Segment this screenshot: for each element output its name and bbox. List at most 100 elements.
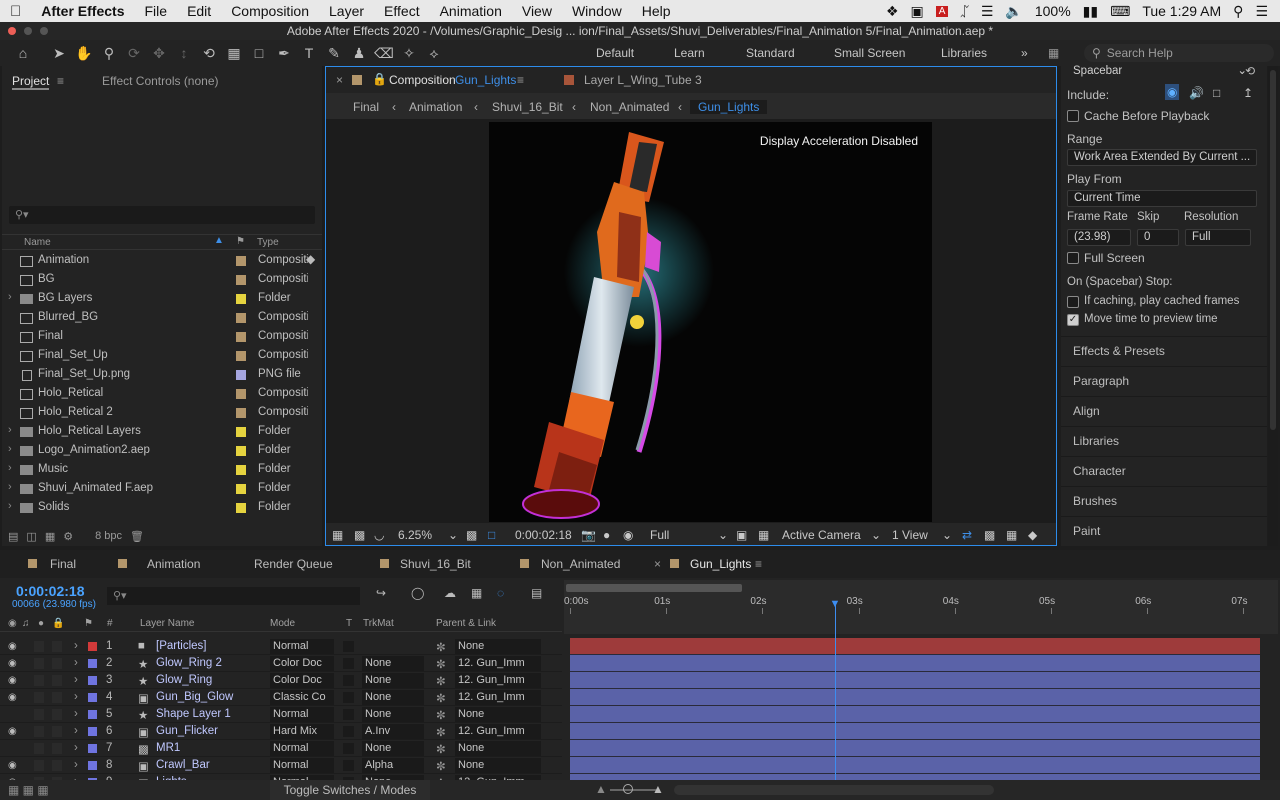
- pen-tool-icon[interactable]: ✒: [273, 43, 295, 63]
- transparency-grid-icon[interactable]: ▦: [758, 528, 769, 542]
- layer-name[interactable]: MR1: [156, 742, 180, 754]
- layer-duration-bar[interactable]: [570, 689, 1260, 706]
- flowchart-icon[interactable]: ◆: [306, 252, 315, 266]
- composition-viewer[interactable]: Display Acceleration Disabled: [326, 119, 1056, 523]
- chevron-right-icon[interactable]: ›: [74, 657, 78, 669]
- layer-name[interactable]: Glow_Ring: [156, 674, 212, 686]
- trkmat-dropdown[interactable]: None: [362, 690, 424, 705]
- frame-blending-icon[interactable]: ▦: [471, 586, 482, 600]
- solo-toggle[interactable]: [34, 726, 44, 737]
- zoom-in-icon[interactable]: ▲: [652, 782, 664, 796]
- timeline-search-input[interactable]: ⚲▾: [107, 587, 360, 605]
- comp-flowchart-icon[interactable]: ↪: [376, 586, 386, 600]
- label-swatch[interactable]: [236, 427, 246, 437]
- project-item[interactable]: Final_Set_Up Composition: [2, 347, 322, 366]
- chevron-right-icon[interactable]: ›: [74, 759, 78, 771]
- project-item[interactable]: Final Composition: [2, 328, 322, 347]
- chevron-right-icon[interactable]: ›: [8, 291, 12, 303]
- eye-icon[interactable]: ◉: [8, 726, 17, 737]
- blend-mode-dropdown[interactable]: Normal: [270, 639, 334, 654]
- layer-duration-bar[interactable]: [570, 740, 1260, 757]
- layer-label-swatch[interactable]: [88, 727, 97, 736]
- tab-non-animated[interactable]: Non_Animated: [541, 557, 620, 571]
- toggle-pixel-aspect-icon[interactable]: ⇄: [962, 528, 972, 542]
- blend-mode-dropdown[interactable]: Normal: [270, 758, 334, 773]
- dropbox-icon[interactable]: ❖: [886, 3, 899, 20]
- spotlight-icon[interactable]: ⚲: [1233, 3, 1243, 20]
- label-swatch[interactable]: [236, 294, 246, 304]
- breadcrumb-final[interactable]: Final: [353, 100, 379, 114]
- workspace-small-screen[interactable]: Small Screen: [834, 46, 905, 60]
- audio-switch-icon[interactable]: ♫: [22, 618, 30, 629]
- label-swatch[interactable]: [236, 408, 246, 418]
- project-item[interactable]: › Music Folder: [2, 461, 322, 480]
- layer-label-swatch[interactable]: [88, 659, 97, 668]
- wifi-icon[interactable]: ☰: [981, 3, 994, 20]
- chevron-down-icon[interactable]: ⌄: [448, 528, 458, 542]
- preserve-transparency-toggle[interactable]: [343, 675, 354, 686]
- play-from-dropdown[interactable]: Current Time: [1067, 190, 1257, 207]
- chevron-right-icon[interactable]: ›: [8, 500, 12, 512]
- layer-label-swatch[interactable]: [88, 642, 97, 651]
- breadcrumb-shuvi[interactable]: Shuvi_16_Bit: [492, 100, 563, 114]
- pick-whip-icon[interactable]: ✼: [436, 657, 446, 671]
- chevron-right-icon[interactable]: ›: [8, 481, 12, 493]
- move-time-checkbox[interactable]: ✓: [1067, 314, 1079, 326]
- label-tag-icon[interactable]: ⚑: [236, 236, 245, 247]
- reset-icon[interactable]: ⟲: [1245, 64, 1255, 78]
- hand-tool-icon[interactable]: ✋: [73, 43, 95, 63]
- lock-toggle[interactable]: [52, 760, 62, 771]
- graph-editor-icon[interactable]: ▤: [531, 586, 542, 600]
- project-item[interactable]: Animation Composition: [2, 252, 322, 271]
- blend-mode-dropdown[interactable]: Color Doc: [270, 673, 334, 688]
- panel-character[interactable]: Character: [1061, 456, 1267, 484]
- timeline-menu-icon[interactable]: ≡: [755, 557, 762, 571]
- roto-brush-icon[interactable]: ✧: [398, 43, 420, 63]
- app-menu[interactable]: After Effects: [31, 3, 134, 19]
- label-swatch[interactable]: [236, 351, 246, 361]
- bluetooth-icon[interactable]: ᛢ: [960, 3, 968, 19]
- interpret-footage-icon[interactable]: ▤: [8, 530, 18, 543]
- parent-dropdown[interactable]: 12. Gun_Imm: [455, 724, 541, 739]
- parent-dropdown[interactable]: None: [455, 639, 541, 654]
- parent-dropdown[interactable]: 12. Gun_Imm: [455, 656, 541, 671]
- chevron-down-icon[interactable]: ⌄: [871, 528, 881, 542]
- video-switch-icon[interactable]: ◉: [8, 618, 17, 629]
- include-video-icon[interactable]: ◉: [1165, 84, 1180, 100]
- panel-libraries[interactable]: Libraries: [1061, 426, 1267, 454]
- zoom-slider[interactable]: [610, 789, 656, 791]
- new-folder-icon[interactable]: ◫: [26, 530, 36, 543]
- right-panel-scrollbar[interactable]: [1268, 66, 1278, 546]
- render-time-icon[interactable]: ▦ ▦ ▦: [8, 783, 49, 797]
- chevron-down-icon[interactable]: ⌄: [942, 528, 952, 542]
- preserve-transparency-toggle[interactable]: [343, 760, 354, 771]
- pick-whip-icon[interactable]: ✼: [436, 691, 446, 705]
- resolution-dropdown[interactable]: Full: [1185, 229, 1251, 246]
- workspace-overflow-icon[interactable]: »: [1021, 46, 1028, 60]
- clock[interactable]: Tue 1:29 AM: [1142, 3, 1221, 19]
- shortcut-dropdown[interactable]: Spacebar ⌄: [1067, 64, 1251, 81]
- chevron-right-icon[interactable]: ›: [74, 691, 78, 703]
- composition-canvas[interactable]: Display Acceleration Disabled: [489, 122, 932, 522]
- project-item[interactable]: Holo_Retical 2 Composition: [2, 404, 322, 423]
- new-composition-icon[interactable]: ▦: [45, 530, 55, 543]
- close-window-button[interactable]: [8, 27, 16, 35]
- chevron-right-icon[interactable]: ›: [74, 725, 78, 737]
- volume-icon[interactable]: 🔈: [1005, 3, 1022, 20]
- chevron-right-icon[interactable]: ›: [8, 424, 12, 436]
- chevron-right-icon[interactable]: ›: [8, 443, 12, 455]
- preserve-transparency-toggle[interactable]: [343, 658, 354, 669]
- column-parent[interactable]: Parent & Link: [436, 618, 496, 629]
- workspace-standard[interactable]: Standard: [746, 46, 795, 60]
- include-overlays-icon[interactable]: □: [1213, 86, 1220, 100]
- external-video-icon[interactable]: ↥: [1243, 86, 1253, 100]
- trash-icon[interactable]: 🗑: [130, 530, 144, 543]
- solo-toggle[interactable]: [34, 760, 44, 771]
- preserve-transparency-toggle[interactable]: [343, 641, 354, 652]
- project-item[interactable]: › Shuvi_Animated F.aep Folder: [2, 480, 322, 499]
- layer-row[interactable]: ◉ › 3 ★ Glow_Ring Color Doc None ✼ 12. Gun_Imm: [0, 672, 562, 689]
- layer-label-swatch[interactable]: [88, 676, 97, 685]
- comp-tab-name[interactable]: Gun_Lights: [455, 73, 516, 87]
- trkmat-dropdown[interactable]: None: [362, 656, 424, 671]
- column-trkmat[interactable]: TrkMat: [363, 618, 394, 629]
